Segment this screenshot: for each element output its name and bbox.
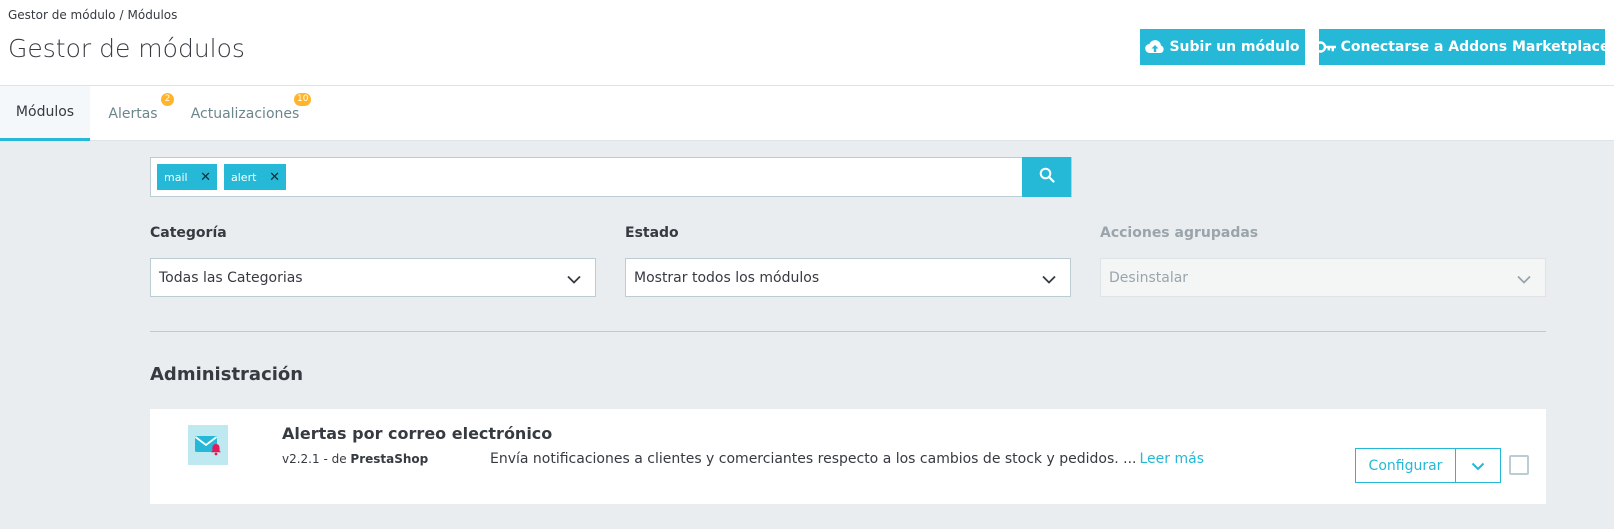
read-more-link[interactable]: Leer más <box>1140 451 1205 467</box>
category-select[interactable]: Todas las Categorias <box>150 258 596 297</box>
breadcrumb-item-module-manager[interactable]: Gestor de módulo <box>8 8 115 22</box>
breadcrumb-item-modules[interactable]: Módulos <box>128 8 178 22</box>
search-tag-alert: alert ✕ <box>224 164 286 190</box>
bulk-actions-select-value: Desinstalar <box>1109 269 1189 286</box>
module-description-text: Envía notificaciones a clientes y comerc… <box>490 451 1137 467</box>
chevron-down-icon <box>1471 456 1485 475</box>
search-tag-label: mail <box>164 170 188 184</box>
search-button[interactable] <box>1022 157 1071 197</box>
module-description: Envía notificaciones a clientes y comerc… <box>490 451 1204 467</box>
search-icon <box>1039 167 1055 187</box>
chevron-down-icon <box>567 272 581 288</box>
tab-modules[interactable]: Módulos <box>0 86 90 141</box>
cloud-upload-icon <box>1145 39 1165 55</box>
bulk-actions-select: Desinstalar <box>1100 258 1546 297</box>
alerts-count-badge: 2 <box>161 93 174 106</box>
category-filter-label: Categoría <box>150 225 227 241</box>
module-name: Alertas por correo electrónico <box>282 424 553 443</box>
upload-module-label: Subir un módulo <box>1169 39 1300 55</box>
module-search-input[interactable]: mail ✕ alert ✕ <box>150 157 1072 197</box>
chevron-down-icon <box>1517 272 1531 288</box>
breadcrumb-separator: / <box>119 8 124 22</box>
upload-module-button[interactable]: Subir un módulo <box>1140 29 1305 65</box>
search-tag-mail: mail ✕ <box>157 164 217 190</box>
connect-addons-button[interactable]: Conectarse a Addons Marketplace <box>1314 29 1609 65</box>
page-header: Gestor de módulo / Módulos Gestor de módul… <box>0 0 1614 86</box>
configure-button[interactable]: Configurar <box>1356 449 1456 482</box>
status-filter-label: Estado <box>625 225 679 241</box>
key-icon <box>1314 41 1337 53</box>
tab-alerts[interactable]: Alertas 2 <box>90 86 176 141</box>
close-icon[interactable]: ✕ <box>200 170 211 185</box>
mail-alert-icon <box>188 425 228 465</box>
module-actions: Configurar <box>1355 448 1501 483</box>
section-divider <box>150 331 1546 332</box>
breadcrumb: Gestor de módulo / Módulos <box>8 8 177 22</box>
tab-modules-label: Módulos <box>15 104 75 120</box>
search-tag-label: alert <box>231 170 257 184</box>
category-section-title: Administración <box>150 364 304 385</box>
tab-updates-label: Actualizaciones <box>190 105 300 122</box>
connect-addons-label: Conectarse a Addons Marketplace <box>1340 39 1610 55</box>
updates-count-badge: 10 <box>294 93 312 106</box>
status-select-value: Mostrar todos los módulos <box>634 269 820 286</box>
module-select-checkbox[interactable] <box>1509 455 1529 475</box>
tab-bar: Módulos Alertas 2 Actualizaciones 10 <box>0 86 1614 141</box>
chevron-down-icon <box>1042 272 1056 288</box>
module-version-author: v2.2.1 - de PrestaShop <box>282 452 428 466</box>
module-card: Alertas por correo electrónico v2.2.1 - … <box>150 409 1546 504</box>
page-title: Gestor de módulos <box>8 34 245 63</box>
tab-updates[interactable]: Actualizaciones 10 <box>176 86 314 141</box>
tab-alerts-label: Alertas <box>108 105 158 122</box>
bulk-actions-label: Acciones agrupadas <box>1100 225 1259 241</box>
category-select-value: Todas las Categorias <box>159 269 303 286</box>
close-icon[interactable]: ✕ <box>269 170 280 185</box>
actions-dropdown-toggle[interactable] <box>1456 449 1500 482</box>
module-author: PrestaShop <box>350 452 429 466</box>
module-version: v2.2.1 - de <box>282 452 347 466</box>
status-select[interactable]: Mostrar todos los módulos <box>625 258 1071 297</box>
